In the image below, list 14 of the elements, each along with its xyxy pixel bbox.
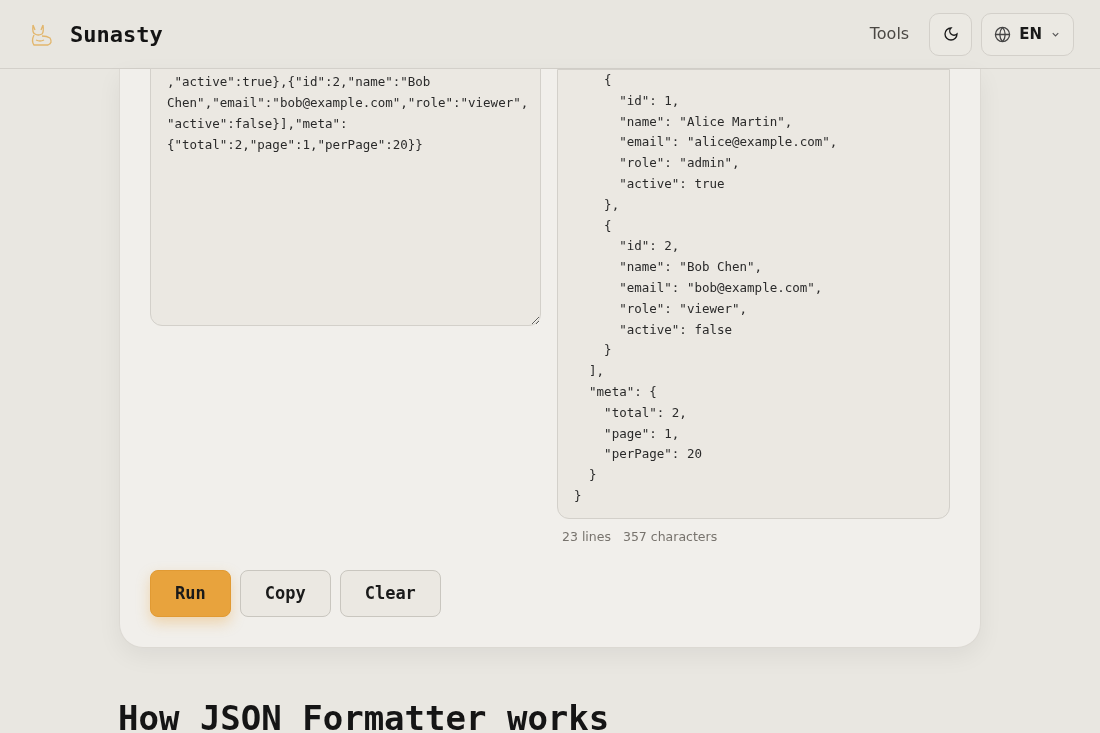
theme-toggle-button[interactable]	[929, 12, 973, 56]
input-field[interactable]: ,"active":true},{"id":2,"name":"Bob Chen","email":"bob@example.com","role":"viewer","active":false}],"meta":{"total":2,"page":1,"perPage":20}}	[150, 68, 541, 326]
action-button[interactable]: Copy	[239, 569, 331, 617]
output-code: { "id": 1, "name": "Alice Martin", "email": "alice@example.com", "role": "admin", "active": true }, { "id": 2, "name": "Bob Chen", "email": "bob@example.com", "role": "viewer", "active": false } ], "meta": { "total": 2, "page": 1, "perPage": 20 } }	[557, 69, 950, 519]
tools-link[interactable]: Tools	[869, 22, 910, 46]
brand-name: Sunasty	[70, 20, 163, 49]
section-heading: How JSON Formatter works	[118, 697, 611, 733]
action-button[interactable]: Clear	[339, 569, 441, 617]
globe-icon	[994, 25, 1012, 43]
stat-text: 357 characters	[622, 528, 718, 546]
language-button[interactable]: EN	[981, 12, 1074, 56]
moon-icon	[942, 26, 959, 42]
stat-text: 23 lines	[562, 528, 611, 546]
run-button[interactable]: Run	[150, 569, 231, 617]
